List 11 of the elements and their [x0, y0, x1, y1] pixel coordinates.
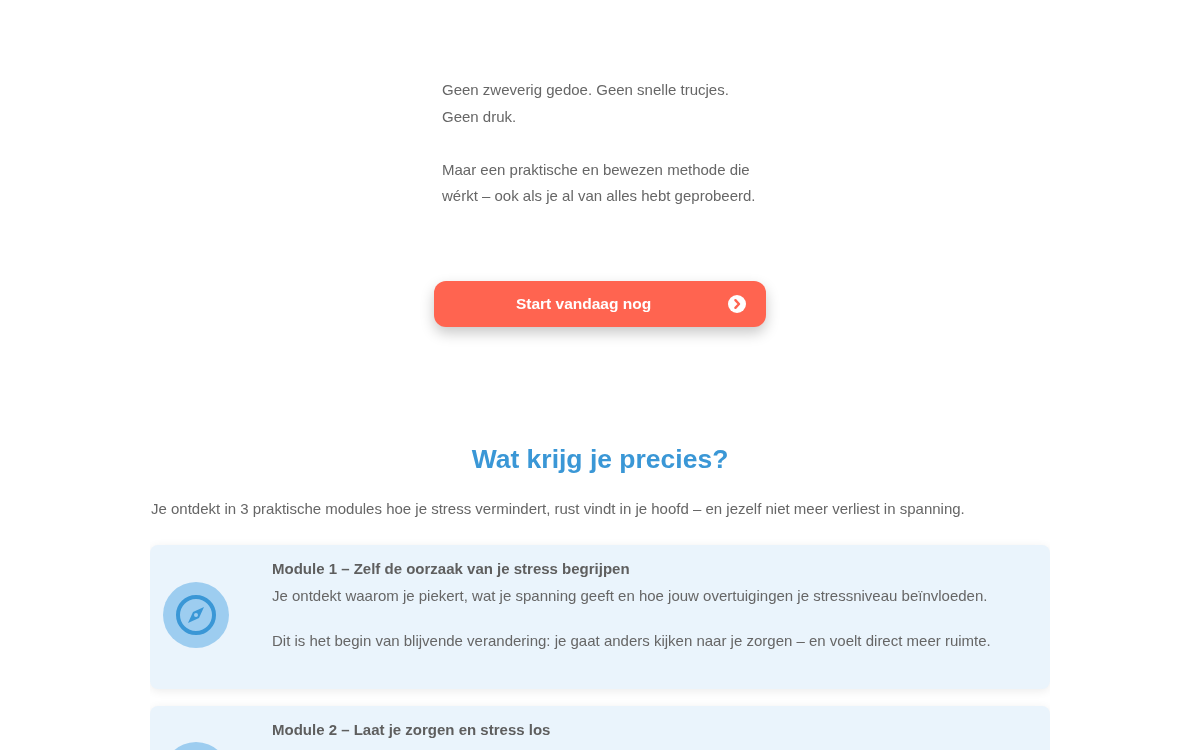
module-title: Module 1 – Zelf de oorzaak van je stress begrijpen: [272, 559, 631, 579]
section-intro: Je ontdekt in 3 praktische modules hoe je stress vermindert, rust vindt in je hoofd – en jezelf niet meer verliest in spanning.: [150, 499, 966, 519]
chevron-circle-icon: [728, 295, 746, 313]
intro-paragraph: Maar een praktische en bewezen methode die wérkt – ook als je al van alles hebt geprobeerd.: [442, 159, 757, 206]
module-paragraph: Je ontdekt waarom je piekert, wat je spanning geeft en hoe jouw overtuigingen je stressniveau beïnvloeden.: [272, 585, 989, 606]
compass-icon: [163, 581, 229, 648]
module-paragraph: Dit is het begin van blijvende verandering: je gaat anders kijken naar je zorgen – en voelt direct meer ruimte.: [272, 631, 992, 651]
start-button[interactable]: Start vandaag nog: [434, 281, 766, 327]
section-heading: Wat krijg je precies?: [470, 443, 730, 475]
intro-paragraph: Geen zweverig gedoe. Geen snelle trucjes. Geen druk.: [442, 80, 730, 127]
module-title: Module 2 – Laat je zorgen en stress los: [272, 719, 552, 740]
